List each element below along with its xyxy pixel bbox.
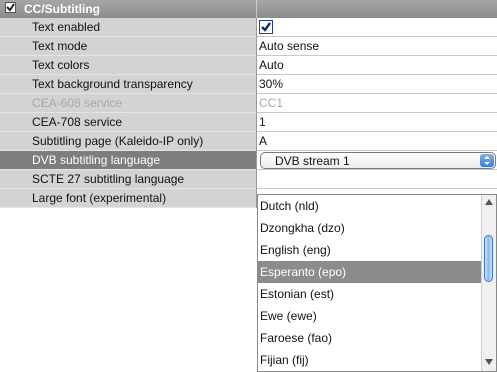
language-dropdown-list[interactable]: Dutch (nld) Dzongkha (dzo) English (eng) Es… xyxy=(257,194,497,372)
text-enabled-checkbox[interactable] xyxy=(259,20,273,34)
dropdown-option[interactable]: Esperanto (epo) xyxy=(258,261,482,283)
property-row[interactable]: SCTE 27 subtitling language xyxy=(0,170,497,189)
dropdown-option[interactable]: English (eng) xyxy=(258,239,482,261)
property-value[interactable] xyxy=(257,170,497,189)
scroll-down-arrow-icon[interactable] xyxy=(485,359,493,365)
property-value[interactable]: Auto sense xyxy=(257,37,497,56)
combo-value: DVB stream 1 xyxy=(275,154,350,168)
scroll-up-arrow-icon[interactable] xyxy=(485,199,493,205)
section-title: CC/Subtitling xyxy=(24,2,100,16)
property-row[interactable]: Subtitling page (Kaleido-IP only) A xyxy=(0,132,497,151)
dropdown-option[interactable]: Faroese (fao) xyxy=(258,327,482,349)
dvb-language-combobox[interactable]: DVB stream 1 xyxy=(260,152,496,169)
property-label: Subtitling page (Kaleido-IP only) xyxy=(0,132,256,151)
property-row[interactable]: CEA-708 service 1 xyxy=(0,113,497,132)
property-row[interactable]: Text background transparency 30% xyxy=(0,75,497,94)
property-label: Text mode xyxy=(0,37,256,56)
dropdown-option[interactable]: Ewe (ewe) xyxy=(258,305,482,327)
dropdown-option[interactable]: Estonian (est) xyxy=(258,283,482,305)
property-label: DVB subtitling language xyxy=(0,151,256,170)
property-row[interactable]: Text enabled xyxy=(0,18,497,37)
check-icon xyxy=(6,3,15,12)
dropdown-option[interactable]: Fijian (fij) xyxy=(258,349,482,371)
property-label: Large font (experimental) xyxy=(0,189,256,208)
property-value[interactable]: A xyxy=(257,132,497,151)
property-row[interactable]: DVB subtitling language DVB stream 1 xyxy=(0,151,497,170)
property-row[interactable]: Text colors Auto xyxy=(0,56,497,75)
property-value[interactable] xyxy=(257,18,497,37)
property-label: Text colors xyxy=(0,56,256,75)
property-label: SCTE 27 subtitling language xyxy=(0,170,256,189)
property-row[interactable]: CEA-608 service CC1 xyxy=(0,94,497,113)
property-row[interactable]: Text mode Auto sense xyxy=(0,37,497,56)
column-divider xyxy=(256,0,257,18)
dropdown-scrollbar[interactable] xyxy=(481,195,496,371)
section-collapse-checkbox[interactable] xyxy=(5,2,16,13)
section-header-cc-subtitling[interactable]: CC/Subtitling xyxy=(0,0,497,19)
combo-arrows-icon[interactable] xyxy=(480,154,494,167)
property-value[interactable]: 1 xyxy=(257,113,497,132)
property-value: CC1 xyxy=(257,94,497,113)
dropdown-option[interactable]: Dzongkha (dzo) xyxy=(258,217,482,239)
dropdown-option[interactable]: Dutch (nld) xyxy=(258,195,482,217)
property-value[interactable]: Auto xyxy=(257,56,497,75)
property-value[interactable]: 30% xyxy=(257,75,497,94)
property-label: Text background transparency xyxy=(0,75,256,94)
property-label: CEA-608 service xyxy=(0,94,256,113)
property-label: Text enabled xyxy=(0,18,256,37)
property-label: CEA-708 service xyxy=(0,113,256,132)
scroll-thumb[interactable] xyxy=(484,235,493,282)
